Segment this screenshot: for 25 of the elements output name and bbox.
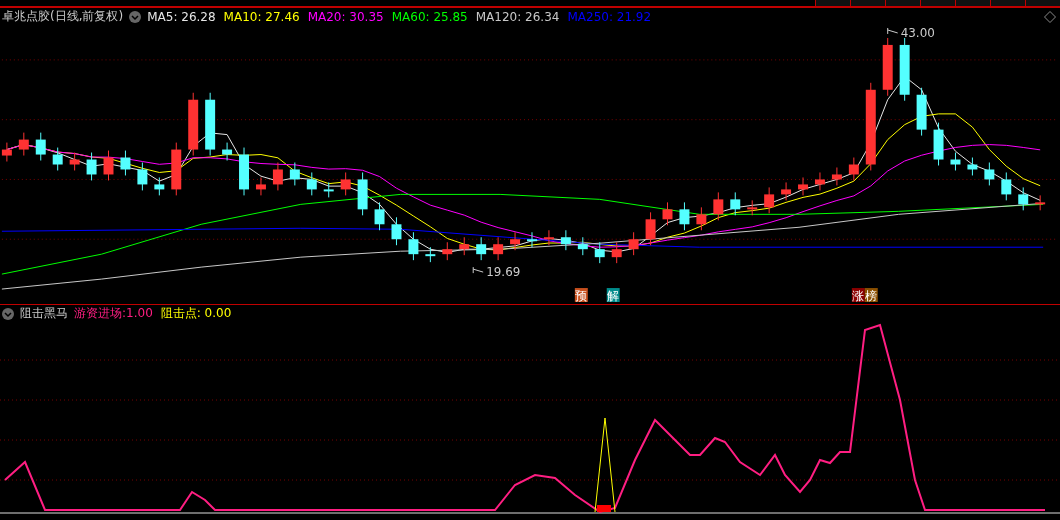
- indicator-value: 游资进场:1.00: [74, 305, 153, 322]
- indicator-value: MA60: 25.85: [391, 9, 468, 24]
- tab[interactable]: [955, 0, 990, 6]
- signal-badge: 涨: [851, 288, 865, 303]
- indicator-value: MA20: 30.35: [307, 9, 384, 24]
- price-label: 43.00: [887, 25, 935, 40]
- diamond-icon[interactable]: [1044, 10, 1056, 23]
- tab[interactable]: [990, 0, 1025, 6]
- signal-badge: 预: [574, 288, 588, 303]
- tab[interactable]: [815, 0, 850, 6]
- indicator-value: MA120: 26.34: [475, 9, 560, 24]
- indicator-value: MA10: 27.46: [223, 9, 300, 24]
- signal-badge: 解: [606, 288, 620, 303]
- dropdown-icon[interactable]: [129, 10, 142, 23]
- indicator-value: MA5: 26.28: [147, 9, 216, 24]
- tab[interactable]: [850, 0, 885, 6]
- tab[interactable]: [885, 0, 920, 6]
- tab[interactable]: [920, 0, 955, 6]
- indicator-title: 阻击黑马: [20, 305, 68, 322]
- chart-title: 卓兆点胶(日线,前复权): [2, 8, 124, 25]
- tab[interactable]: [1025, 0, 1060, 6]
- price-label: 19.69: [472, 265, 521, 280]
- indicator-value: MA250: 21.92: [567, 9, 652, 24]
- dropdown-icon[interactable]: [2, 307, 14, 320]
- indicator-value: 阻击点: 0.00: [160, 305, 232, 322]
